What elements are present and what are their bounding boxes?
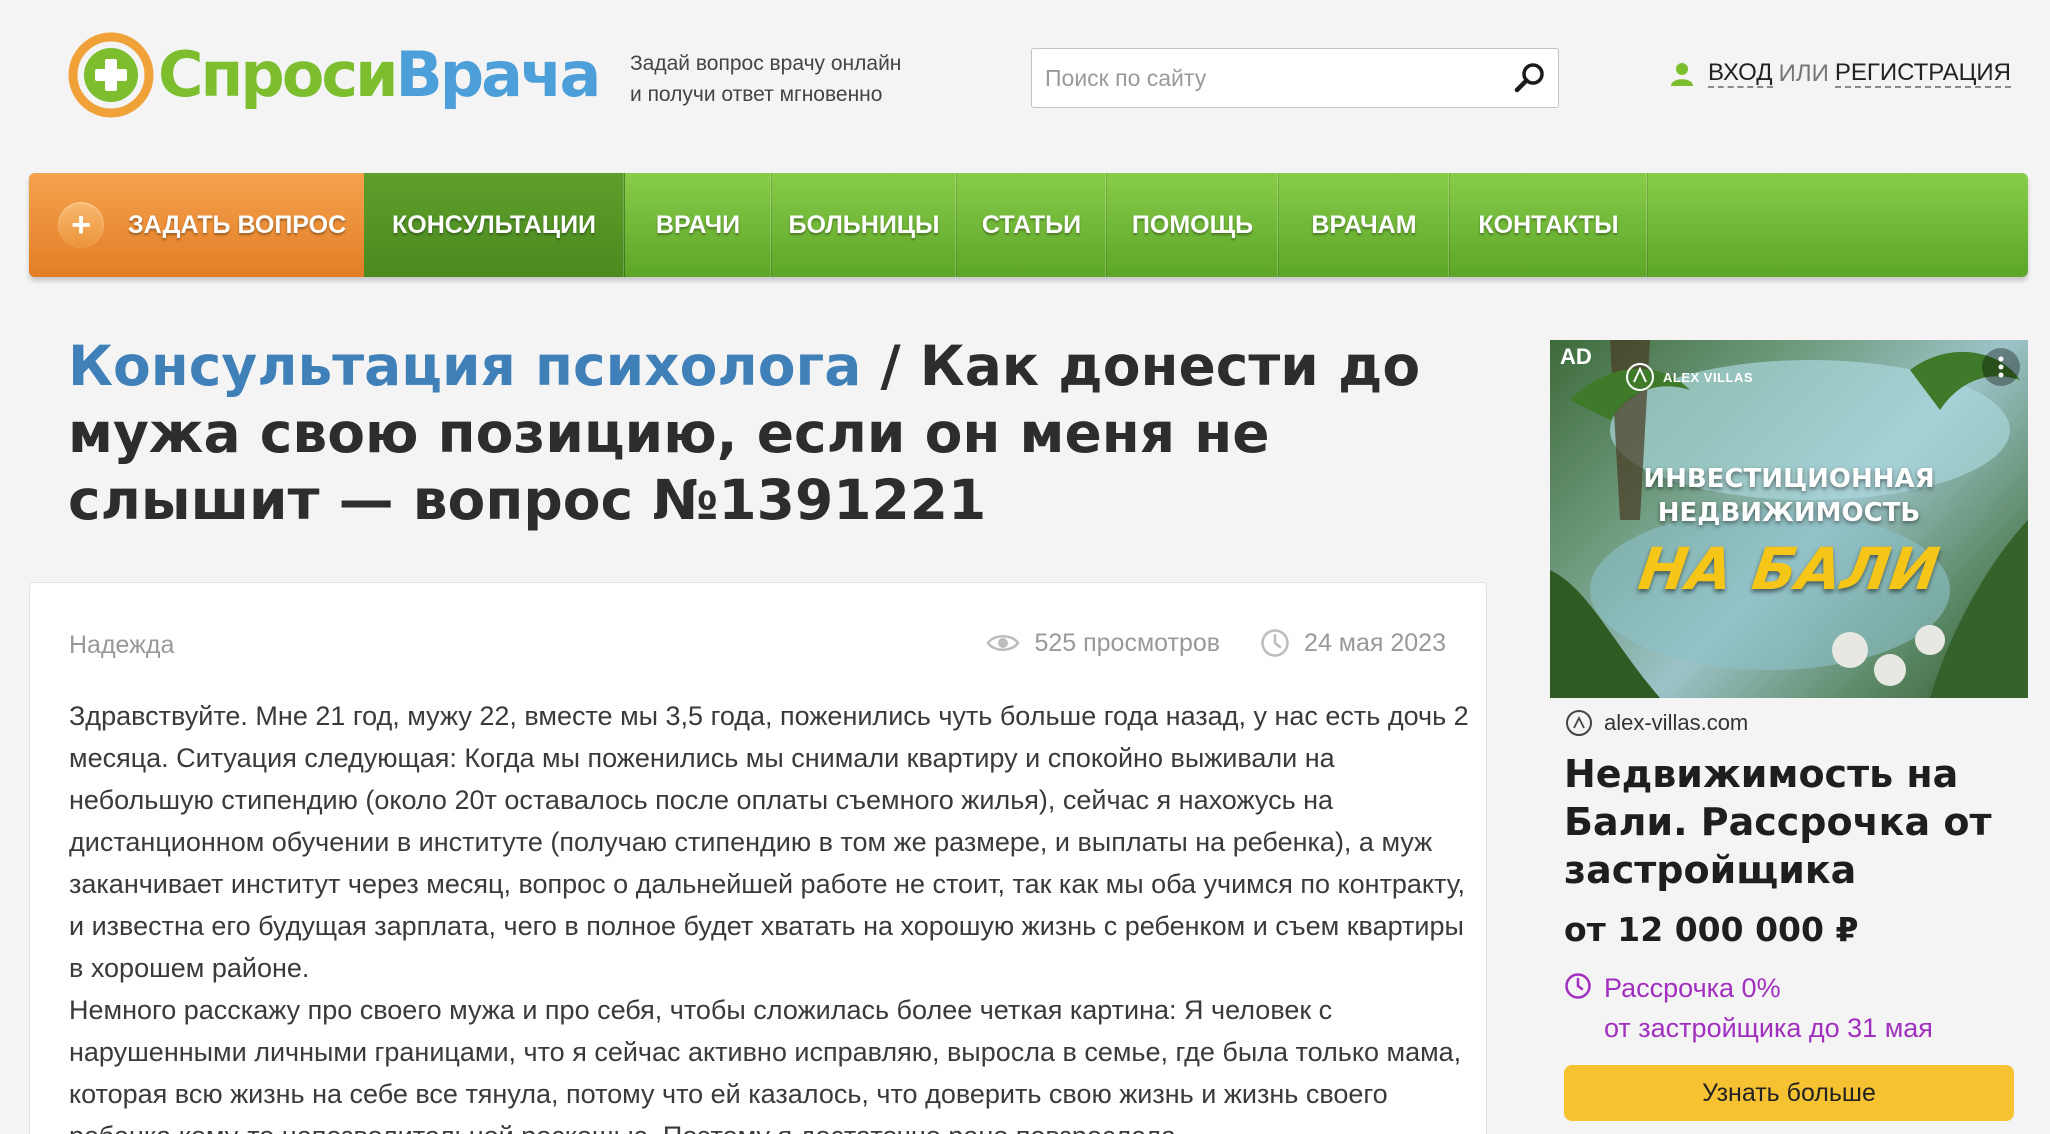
ad-domain-text: alex-villas.com [1604, 710, 1749, 735]
ask-question-button[interactable]: + Задать вопрос [29, 173, 364, 277]
views-count: 525 просмотров [1034, 628, 1221, 657]
brand-logo-icon [1626, 363, 1654, 391]
question-meta: 525 просмотров 24 мая 2023 [986, 628, 1446, 658]
ad-image-heading: ИНВЕСТИЦИОННАЯ НЕДВИЖИМОСТЬ [1550, 462, 2028, 530]
nav-item-doctors[interactable]: Врачи [625, 173, 772, 277]
question-paragraph-1: Здравствуйте. Мне 21 год, мужу 22, вмест… [69, 701, 1469, 983]
ad-block[interactable]: AD ALEX VILLAS ИНВЕСТИЦИОННАЯ НЕДВИЖИМОС… [1550, 340, 2028, 1134]
search-input[interactable] [1032, 49, 1502, 107]
tagline-line-2: и получи ответ мгновенно [630, 83, 883, 106]
ad-image-line-3: НА БАЛИ [1634, 535, 1944, 603]
user-icon [1671, 63, 1693, 86]
clock-icon [1261, 629, 1289, 657]
main-nav: + Задать вопрос Консультации Врачи Больн… [29, 173, 2028, 277]
nav-item-consultations[interactable]: Консультации [364, 173, 625, 277]
promo-clock-icon [1565, 973, 1591, 999]
plus-icon: + [58, 202, 104, 248]
auth-or-text: или [1778, 60, 1829, 87]
logo-text: СпросиВрача [158, 38, 601, 111]
logo-plus-icon [68, 32, 154, 118]
ad-promo: Рассрочка 0% от застройщика до 31 мая [1564, 968, 1933, 1048]
ad-label: AD [1560, 344, 1592, 369]
register-link[interactable]: Регистрация [1834, 60, 2012, 88]
ad-image-line-1: ИНВЕСТИЦИОННАЯ [1643, 464, 1935, 494]
ad-promo-line-1: Рассрочка 0% [1604, 973, 1781, 1003]
tagline-line-1: Задай вопрос врачу онлайн [630, 52, 902, 75]
nav-item-contacts[interactable]: Контакты [1450, 173, 1648, 277]
ad-headline[interactable]: Недвижимость на Бали. Рассрочка от застр… [1564, 750, 2024, 894]
nav-item-help[interactable]: Помощь [1107, 173, 1279, 277]
site-logo[interactable]: СпросиВрача [68, 30, 601, 120]
date-text: 24 мая 2023 [1304, 628, 1446, 657]
question-date: 24 мая 2023 [1260, 628, 1446, 658]
question-card: Надежда 525 просмотров 24 мая 2023 Здрав… [29, 582, 1487, 1134]
question-text: Здравствуйте. Мне 21 год, мужу 22, вмест… [69, 695, 1469, 1134]
views-counter: 525 просмотров [986, 629, 1220, 658]
eye-icon [986, 635, 1020, 651]
nav-item-hospitals[interactable]: Больницы [772, 173, 957, 277]
auth-links: Вход или Регистрация [1670, 60, 2012, 88]
ad-learn-more-button[interactable]: Узнать больше [1564, 1065, 2014, 1121]
nav-item-articles[interactable]: Статьи [957, 173, 1107, 277]
nav-item-for-doctors[interactable]: Врачам [1279, 173, 1450, 277]
search-button[interactable] [1502, 50, 1558, 106]
ad-domain[interactable]: alex-villas.com [1566, 710, 1748, 736]
login-link[interactable]: Вход [1708, 60, 1773, 88]
question-paragraph-2: Немного расскажу про своего мужа и про с… [69, 995, 1462, 1134]
ad-image[interactable]: AD ALEX VILLAS ИНВЕСТИЦИОННАЯ НЕДВИЖИМОС… [1550, 340, 2028, 698]
ad-promo-line-2: от застройщика до 31 мая [1604, 1013, 1933, 1043]
ad-image-line-2: НЕДВИЖИМОСТЬ [1657, 498, 1921, 528]
question-author: Надежда [69, 631, 175, 659]
ad-price: от 12 000 000 ₽ [1564, 910, 1859, 949]
domain-favicon-icon [1566, 710, 1592, 736]
search-box [1031, 48, 1559, 108]
ad-menu-icon[interactable] [1982, 348, 2020, 386]
breadcrumb-link[interactable]: Консультация психолога [68, 334, 861, 398]
ad-brand: ALEX VILLAS [1625, 360, 1753, 394]
breadcrumb-separator: / [861, 334, 920, 398]
ask-question-label: Задать вопрос [128, 210, 347, 239]
ad-brand-name: ALEX VILLAS [1663, 369, 1754, 385]
page-title: Консультация психолога / Как донести до … [68, 333, 1468, 534]
tagline: Задай вопрос врачу онлайн и получи ответ… [630, 48, 901, 110]
search-icon [1514, 63, 1544, 93]
